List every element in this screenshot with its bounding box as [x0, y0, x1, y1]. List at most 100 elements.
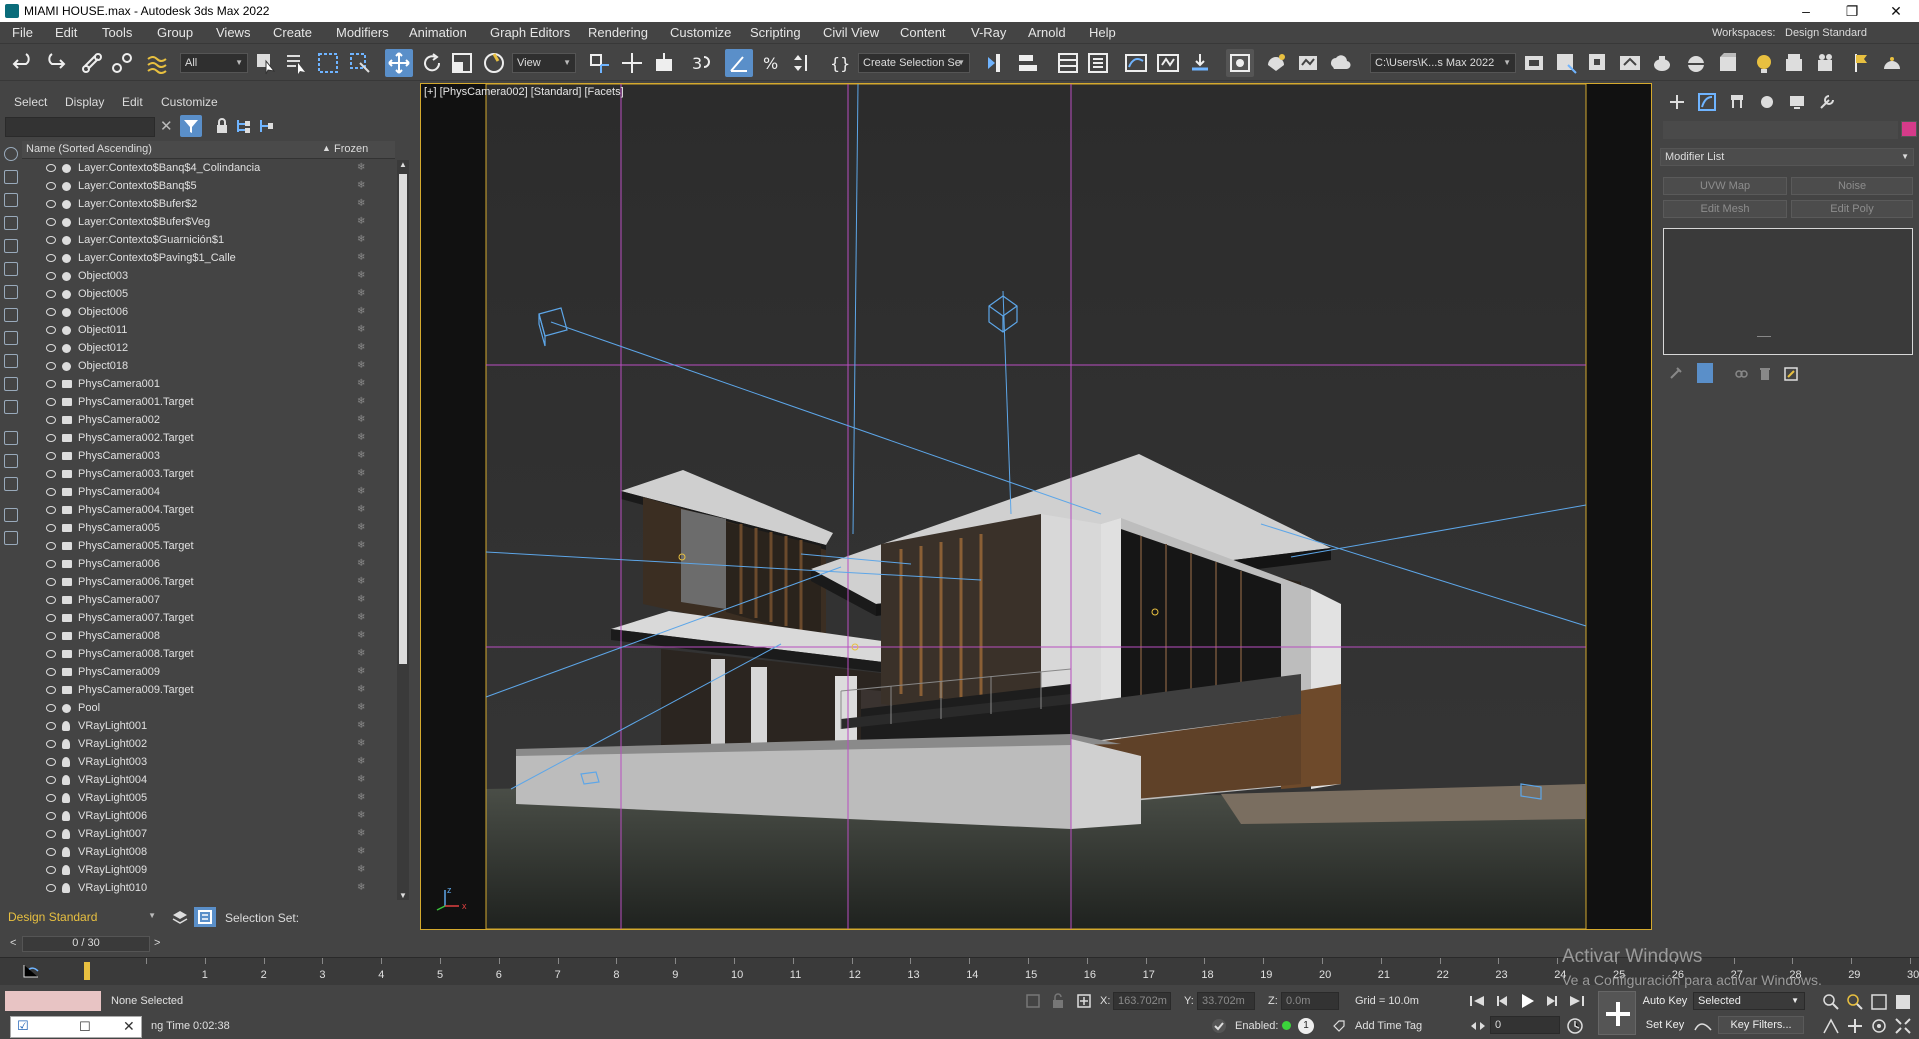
visibility-eye-icon[interactable] [46, 272, 56, 280]
remove-modifier-icon[interactable] [1757, 366, 1773, 382]
menu-help[interactable]: Help [1089, 25, 1116, 40]
list-item[interactable]: PhysCamera007 ❄ [22, 592, 395, 610]
visibility-eye-icon[interactable] [46, 542, 56, 550]
frozen-toggle-icon[interactable]: ❄ [357, 792, 365, 803]
visibility-eye-icon[interactable] [46, 668, 56, 676]
visibility-eye-icon[interactable] [46, 398, 56, 406]
lock-icon[interactable] [215, 118, 229, 134]
visibility-eye-icon[interactable] [46, 290, 56, 298]
menu-file[interactable]: File [12, 25, 33, 40]
menu-modifiers[interactable]: Modifiers [336, 25, 389, 40]
visibility-eye-icon[interactable] [46, 326, 56, 334]
absolute-mode-icon[interactable] [1076, 993, 1092, 1009]
hierarchy-tab-icon[interactable] [1727, 92, 1747, 112]
explorer-workspace-dropdown[interactable]: Design Standard ▼ [4, 907, 160, 927]
list-item[interactable]: Layer:Contexto$Bufer$Veg ❄ [22, 214, 395, 232]
set-key-button[interactable] [1598, 991, 1636, 1035]
time-slider[interactable]: 0 / 30 [22, 936, 150, 952]
frozen-toggle-icon[interactable]: ❄ [357, 810, 365, 821]
visibility-eye-icon[interactable] [46, 524, 56, 532]
selection-filter-dropdown[interactable]: All ▼ [180, 53, 248, 73]
list-item[interactable]: VRayLight008 ❄ [22, 844, 395, 862]
visibility-eye-icon[interactable] [46, 848, 56, 856]
vray-mesh-export-icon[interactable] [1716, 51, 1740, 75]
frozen-toggle-icon[interactable]: ❄ [357, 576, 365, 587]
menu-edit[interactable]: Edit [55, 25, 77, 40]
frozen-toggle-icon[interactable]: ❄ [357, 828, 365, 839]
frozen-toggle-icon[interactable]: ❄ [357, 306, 365, 317]
display-invert-icon[interactable] [4, 477, 18, 491]
display-tab-icon[interactable] [1787, 92, 1807, 112]
vray-interactive-icon[interactable] [1586, 51, 1610, 75]
display-shapes-icon[interactable] [4, 170, 18, 184]
visibility-eye-icon[interactable] [46, 164, 56, 172]
list-item[interactable]: PhysCamera004 ❄ [22, 484, 395, 502]
bind-spacewarp-icon[interactable] [145, 51, 169, 75]
frozen-toggle-icon[interactable]: ❄ [357, 612, 365, 623]
object-name-field[interactable] [1663, 121, 1898, 139]
visibility-eye-icon[interactable] [46, 812, 56, 820]
visibility-eye-icon[interactable] [46, 308, 56, 316]
list-item[interactable]: PhysCamera008 ❄ [22, 628, 395, 646]
show-end-result-button[interactable] [1697, 363, 1713, 383]
visibility-eye-icon[interactable] [46, 416, 56, 424]
toggle-ribbon-icon[interactable] [1086, 51, 1110, 75]
display-groups-icon[interactable] [4, 285, 18, 299]
visibility-eye-icon[interactable] [46, 722, 56, 730]
current-frame-field[interactable]: 0 [1490, 1016, 1560, 1034]
menu-scripting[interactable]: Scripting [750, 25, 801, 40]
scrollbar-thumb[interactable] [399, 174, 407, 664]
select-and-move-button[interactable] [385, 49, 413, 77]
visibility-eye-icon[interactable] [46, 236, 56, 244]
render-in-cloud-icon[interactable] [1328, 51, 1352, 75]
menu-graph-editors[interactable]: Graph Editors [490, 25, 570, 40]
list-item[interactable]: PhysCamera002.Target ❄ [22, 430, 395, 448]
redo-icon[interactable] [42, 51, 66, 75]
list-item[interactable]: VRayLight001 ❄ [22, 718, 395, 736]
list-item[interactable]: PhysCamera002 ❄ [22, 412, 395, 430]
frozen-toggle-icon[interactable]: ❄ [357, 432, 365, 443]
key-filters-button[interactable]: Key Filters... [1718, 1016, 1804, 1034]
menu-vray[interactable]: V-Ray [971, 25, 1006, 40]
list-item[interactable]: VRayLight006 ❄ [22, 808, 395, 826]
select-by-name-icon[interactable] [284, 51, 308, 75]
rect-selection-region-icon[interactable] [316, 51, 340, 75]
visibility-eye-icon[interactable] [46, 380, 56, 388]
spinner-snap-icon[interactable] [790, 51, 814, 75]
list-item[interactable]: Pool ❄ [22, 700, 395, 718]
menu-create[interactable]: Create [273, 25, 312, 40]
mirror-icon[interactable] [986, 51, 1010, 75]
frozen-toggle-icon[interactable]: ❄ [357, 756, 365, 767]
frozen-toggle-icon[interactable]: ❄ [357, 882, 365, 893]
display-hidden-icon[interactable] [4, 400, 18, 414]
align-icon[interactable] [1016, 51, 1040, 75]
visibility-eye-icon[interactable] [46, 614, 56, 622]
taskbar-thumbnail[interactable]: ☑ ☐ ✕ [10, 1016, 142, 1038]
frozen-toggle-icon[interactable]: ❄ [357, 252, 365, 263]
list-item[interactable]: PhysCamera005.Target ❄ [22, 538, 395, 556]
visibility-eye-icon[interactable] [46, 686, 56, 694]
modify-tab-icon[interactable] [1697, 92, 1717, 112]
isolate-selection-icon[interactable] [1025, 993, 1041, 1009]
list-item[interactable]: PhysCamera001 ❄ [22, 376, 395, 394]
list-item[interactable]: VRayLight005 ❄ [22, 790, 395, 808]
display-spacewarps-icon[interactable] [4, 262, 18, 276]
visibility-eye-icon[interactable] [46, 794, 56, 802]
schematic-view-icon[interactable] [1156, 51, 1180, 75]
vray-render-icon[interactable] [1554, 51, 1578, 75]
zoom-extents-icon[interactable] [1870, 993, 1888, 1011]
visibility-eye-icon[interactable] [46, 470, 56, 478]
display-xrefs-icon[interactable] [4, 308, 18, 322]
object-color-swatch[interactable] [1901, 121, 1917, 137]
frozen-toggle-icon[interactable]: ❄ [357, 540, 365, 551]
tab-edit[interactable]: Edit [122, 95, 143, 109]
display-none-icon[interactable] [4, 454, 18, 468]
find-options-icon[interactable] [4, 531, 18, 545]
layer-explorer-icon[interactable] [1056, 51, 1080, 75]
angle-snap-button[interactable] [725, 49, 753, 77]
edit-mesh-button[interactable]: Edit Mesh [1663, 200, 1787, 218]
list-item[interactable]: Object011 ❄ [22, 322, 395, 340]
previous-frame-icon[interactable] [1493, 993, 1511, 1009]
visibility-eye-icon[interactable] [46, 362, 56, 370]
key-selection-dropdown[interactable]: Selected ▼ [1693, 992, 1805, 1010]
